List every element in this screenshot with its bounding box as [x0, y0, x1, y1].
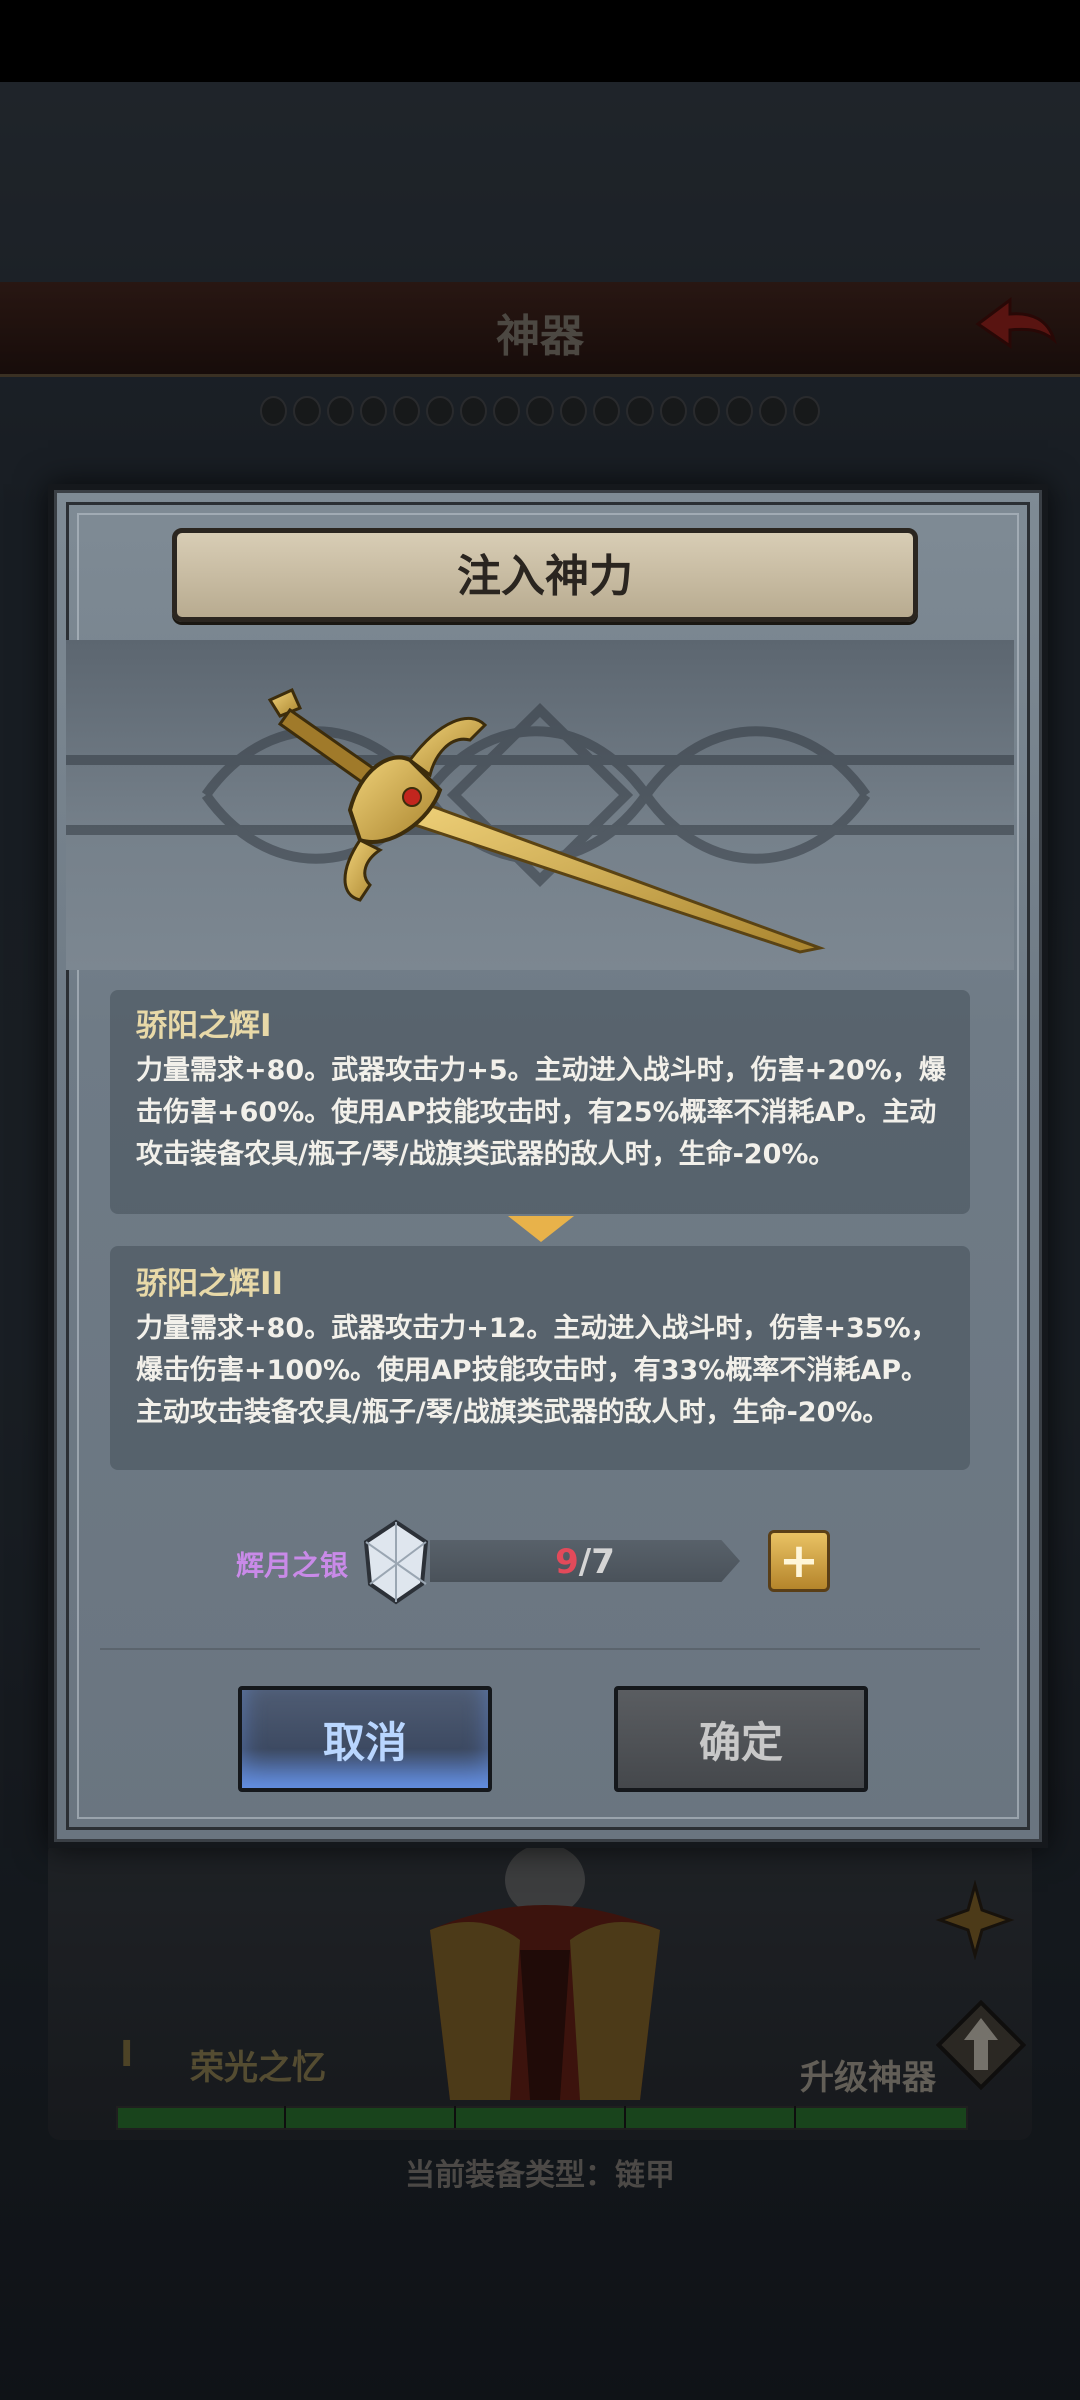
silver-crystal-icon [363, 1519, 429, 1605]
confirm-button[interactable]: 确定 [614, 1686, 868, 1792]
material-name: 辉月之银 [236, 1549, 349, 1582]
material-count: 9/7 [430, 1542, 740, 1582]
material-separator: / [578, 1542, 592, 1582]
next-effect-name: 骄阳之辉II [136, 1266, 284, 1302]
sword-icon [267, 688, 826, 954]
next-effect-desc: 力量需求+80。武器攻击力+12。主动进入战斗时，伤害+35%，爆击伤害+100… [136, 1313, 938, 1428]
material-need: 7 [591, 1542, 615, 1582]
add-material-button[interactable]: + [768, 1530, 830, 1592]
current-effect-name: 骄阳之辉I [136, 1008, 272, 1044]
status-bar [0, 0, 1080, 82]
dialog-title: 注入神力 [457, 551, 633, 602]
material-have: 9 [555, 1542, 579, 1582]
current-effect-desc: 力量需求+80。武器攻击力+5。主动进入战斗时，伤害+20%，爆击伤害+60%。… [136, 1055, 946, 1170]
cancel-button[interactable]: 取消 [238, 1686, 492, 1792]
divider [100, 1648, 980, 1650]
plus-icon: + [778, 1533, 820, 1589]
dropdown-arrow-icon [508, 1216, 574, 1242]
